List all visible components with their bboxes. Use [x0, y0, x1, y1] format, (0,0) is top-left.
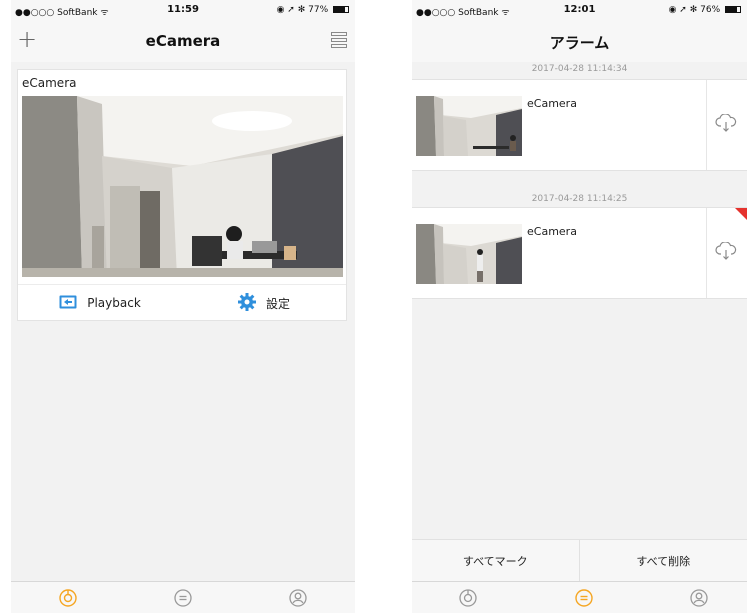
alarm-screen: ●●○○○ SoftBank ᯤ 12:01 ◉ ➚ ✻ 76% アラーム 20… [412, 0, 747, 613]
alarm-item[interactable]: eCamera [412, 207, 747, 299]
camera-card: eCamera Playback 設定 [17, 69, 347, 321]
status-right: ◉ ➚ ✻ 77% [277, 5, 349, 15]
message-tab-icon[interactable] [574, 588, 594, 608]
alarm-camera-name: eCamera [527, 97, 577, 110]
alarm-item[interactable]: eCamera [412, 79, 747, 171]
camera-card-actions: Playback 設定 [18, 284, 346, 320]
camera-tab-icon[interactable] [58, 588, 78, 608]
settings-label: 設定 [265, 296, 290, 311]
alarm-snapshot[interactable] [416, 96, 522, 156]
cloud-download-icon[interactable] [715, 241, 737, 260]
page-title: アラーム [549, 34, 610, 52]
alarm-date-header: 2017-04-28 11:14:34 [531, 64, 628, 74]
delete-all-button[interactable]: すべて削除 [580, 540, 747, 582]
battery-icon [333, 6, 349, 13]
cloud-download-icon[interactable] [715, 113, 737, 132]
alarm-date-header: 2017-04-28 11:14:25 [531, 194, 628, 204]
alarm-divider [706, 208, 707, 298]
alarm-snapshot[interactable] [416, 224, 522, 284]
status-bar: ●●○○○ SoftBank ᯤ 12:01 ◉ ➚ ✻ 76% [412, 0, 747, 20]
status-right: ◉ ➚ ✻ 76% [669, 5, 741, 15]
settings-button[interactable]: 設定 [182, 285, 346, 321]
gear-icon [237, 292, 256, 314]
page-title: eCamera [145, 32, 221, 50]
status-bar: ●●○○○ SoftBank ᯤ 11:59 ◉ ➚ ✻ 77% [11, 0, 355, 20]
playback-icon [59, 295, 77, 312]
playback-label: Playback [87, 296, 141, 310]
profile-tab-icon[interactable] [689, 588, 709, 608]
alarm-bulk-actions: すべてマーク すべて削除 [412, 539, 747, 582]
mark-all-button[interactable]: すべてマーク [412, 540, 580, 582]
camera-live-preview[interactable] [22, 96, 343, 277]
navigation-bar: アラーム [412, 20, 747, 62]
battery-icon [725, 6, 741, 13]
camera-tab-icon[interactable] [458, 588, 478, 608]
alarm-divider [706, 80, 707, 170]
unread-flag-icon [735, 208, 747, 220]
navigation-bar: + eCamera [11, 20, 355, 62]
tab-bar [11, 581, 355, 613]
status-indicators: ◉ ➚ ✻ 76% [668, 5, 721, 15]
profile-tab-icon[interactable] [288, 588, 308, 608]
message-tab-icon[interactable] [173, 588, 193, 608]
list-view-icon[interactable] [331, 32, 347, 48]
status-indicators: ◉ ➚ ✻ 77% [276, 5, 329, 15]
tab-bar [412, 581, 747, 613]
alarm-camera-name: eCamera [527, 225, 577, 238]
camera-list-screen: ●●○○○ SoftBank ᯤ 11:59 ◉ ➚ ✻ 77% + eCame… [11, 0, 355, 613]
playback-button[interactable]: Playback [18, 285, 182, 321]
camera-name: eCamera [22, 76, 77, 90]
